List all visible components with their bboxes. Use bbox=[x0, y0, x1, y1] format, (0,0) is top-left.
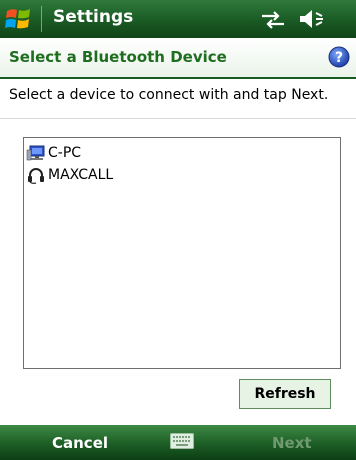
list-item[interactable]: C-PC bbox=[24, 142, 340, 164]
list-item[interactable]: MAXCALL bbox=[24, 164, 340, 186]
app-title: Settings bbox=[53, 7, 134, 27]
cancel-button[interactable]: Cancel bbox=[52, 434, 108, 452]
keyboard-icon[interactable] bbox=[170, 433, 194, 449]
volume-icon[interactable] bbox=[296, 8, 326, 30]
next-button[interactable]: Next bbox=[272, 434, 312, 452]
device-list[interactable]: C-PC MAXCALL bbox=[23, 137, 341, 369]
windows-flag-icon[interactable] bbox=[4, 5, 34, 33]
device-label: C-PC bbox=[48, 145, 82, 161]
softkey-bar: Cancel Next bbox=[0, 425, 356, 460]
instructions-text: Select a device to connect with and tap … bbox=[9, 87, 329, 103]
connectivity-icon[interactable] bbox=[258, 10, 288, 30]
computer-icon bbox=[26, 145, 45, 161]
title-separator bbox=[41, 6, 42, 32]
headset-icon bbox=[28, 168, 44, 184]
refresh-button[interactable]: Refresh bbox=[239, 379, 331, 409]
title-bar: Settings bbox=[0, 0, 356, 38]
device-label: MAXCALL bbox=[48, 167, 114, 183]
page-header: Select a Bluetooth Device ? bbox=[0, 38, 356, 79]
help-icon[interactable]: ? bbox=[328, 46, 350, 68]
divider bbox=[0, 118, 356, 119]
page-title: Select a Bluetooth Device bbox=[9, 48, 227, 66]
svg-text:?: ? bbox=[335, 50, 343, 66]
